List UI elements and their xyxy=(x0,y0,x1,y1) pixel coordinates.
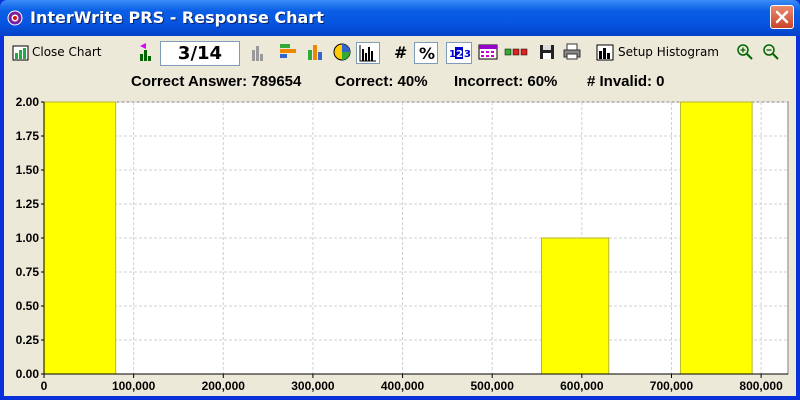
print-button[interactable] xyxy=(562,42,584,64)
zoom-in-icon xyxy=(737,44,753,60)
vertical-bar-chart-button[interactable] xyxy=(306,42,326,64)
x-tick-label: 0 xyxy=(41,379,48,393)
setup-histogram-button[interactable]: Setup Histogram xyxy=(596,42,720,64)
save-button[interactable] xyxy=(538,42,558,64)
histogram-icon xyxy=(359,45,376,62)
y-tick-label: 0.00 xyxy=(16,367,40,381)
printer-icon xyxy=(563,43,581,60)
response-summary: Correct Answer: 789654 Correct: 40% Inco… xyxy=(4,72,796,92)
x-tick-label: 600,000 xyxy=(560,379,604,393)
x-tick-label: 200,000 xyxy=(202,379,246,393)
page-indicator[interactable]: 3/14 xyxy=(160,41,240,66)
count-mode-label: # xyxy=(394,43,408,62)
setup-histogram-label: Setup Histogram xyxy=(618,45,719,59)
close-chart-label: Close Chart xyxy=(32,45,102,59)
window-title: InterWrite PRS - Response Chart xyxy=(30,8,324,27)
calendar-grid-icon xyxy=(478,44,498,60)
histogram-button[interactable] xyxy=(356,42,380,64)
correct-percent-text: Correct: 40% xyxy=(335,73,428,90)
percent-mode-label: % xyxy=(419,44,436,63)
x-tick-label: 400,000 xyxy=(381,379,425,393)
histogram-bar xyxy=(679,101,753,375)
color-legend-button[interactable] xyxy=(504,42,530,64)
client-area: Close Chart 3/14 # % 1 2 3 Setup Histogr… xyxy=(4,36,796,396)
x-tick-label: 700,000 xyxy=(650,379,694,393)
pie-chart-button[interactable] xyxy=(332,42,352,64)
y-tick-label: 1.75 xyxy=(16,129,40,143)
zoom-in-button[interactable] xyxy=(736,42,754,64)
x-tick-label: 100,000 xyxy=(112,379,156,393)
floppy-disk-icon xyxy=(540,45,554,59)
title-bar[interactable]: InterWrite PRS - Response Chart xyxy=(0,0,800,36)
numbering-button[interactable]: 1 2 3 xyxy=(446,42,472,64)
zoom-out-button[interactable] xyxy=(762,42,780,64)
histogram-settings-icon xyxy=(596,44,614,61)
response-chart-window: InterWrite PRS - Response Chart Close Ch… xyxy=(0,0,800,400)
app-icon xyxy=(7,10,23,26)
svg-text:3: 3 xyxy=(464,49,471,60)
count-mode-button[interactable]: # xyxy=(390,42,410,64)
y-tick-label: 0.25 xyxy=(16,333,40,347)
response-histogram-chart: 0.00 0.25 0.50 0.75 1.00 1.25 1.50 1.75 2.00 0 100… xyxy=(4,94,796,396)
pie-chart-icon xyxy=(333,43,351,61)
x-tick-label: 300,000 xyxy=(291,379,335,393)
correct-answer-text: Correct Answer: 789654 xyxy=(131,73,302,90)
x-tick-label: 800,000 xyxy=(739,379,783,393)
y-tick-label: 1.00 xyxy=(16,231,40,245)
invalid-count-text: # Invalid: 0 xyxy=(587,73,665,90)
y-tick-label: 2.00 xyxy=(16,95,40,109)
grid-view-button[interactable] xyxy=(478,42,500,64)
y-tick-label: 1.25 xyxy=(16,197,40,211)
chart-close-icon xyxy=(12,45,29,61)
svg-text:2: 2 xyxy=(456,49,463,60)
y-tick-label: 0.75 xyxy=(16,265,40,279)
y-tick-label: 1.50 xyxy=(16,163,40,177)
incorrect-percent-text: Incorrect: 60% xyxy=(454,73,558,90)
vertical-bars-icon xyxy=(308,45,322,60)
percent-mode-button[interactable]: % xyxy=(414,42,438,64)
next-question-button[interactable] xyxy=(248,42,266,64)
x-tick-label: 500,000 xyxy=(470,379,514,393)
histogram-bar xyxy=(43,101,117,375)
numbering-icon: 1 2 3 xyxy=(449,47,471,60)
close-window-button[interactable] xyxy=(770,5,794,29)
horizontal-bars-icon xyxy=(280,44,296,58)
previous-bars-icon xyxy=(140,43,151,61)
color-boxes-icon xyxy=(504,48,528,56)
zoom-out-icon xyxy=(763,44,779,60)
svg-text:1: 1 xyxy=(449,49,456,60)
close-icon xyxy=(775,10,789,24)
horizontal-bar-chart-button[interactable] xyxy=(278,42,298,64)
previous-question-button[interactable] xyxy=(138,42,156,64)
y-tick-label: 0.50 xyxy=(16,299,40,313)
next-bars-icon xyxy=(252,46,263,61)
histogram-svg: 0.00 0.25 0.50 0.75 1.00 1.25 1.50 1.75 2.00 0 100… xyxy=(16,95,789,393)
toolbar: Close Chart 3/14 # % 1 2 3 Setup Histogr… xyxy=(4,36,796,70)
histogram-bar xyxy=(540,237,610,375)
close-chart-button[interactable]: Close Chart xyxy=(10,42,102,64)
